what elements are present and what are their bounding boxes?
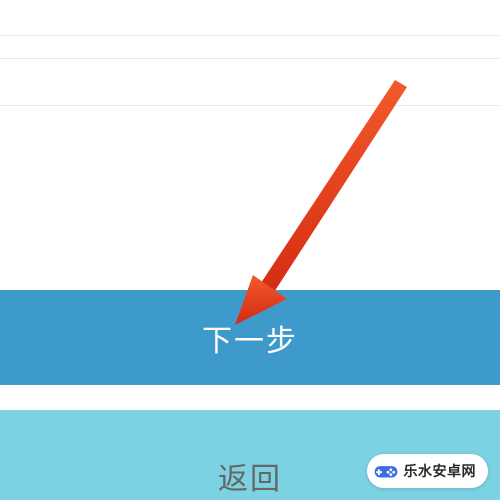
watermark: 乐水安卓网 — [367, 454, 489, 488]
button-gap — [0, 385, 500, 410]
gamepad-icon — [373, 458, 399, 484]
next-button[interactable]: 下一步 — [0, 290, 500, 385]
list-row[interactable] — [0, 58, 500, 106]
back-button-label: 返回 — [218, 454, 282, 498]
content-area — [0, 105, 500, 290]
top-area — [0, 0, 500, 105]
watermark-text: 乐水安卓网 — [404, 461, 477, 481]
divider — [0, 35, 500, 36]
next-button-label: 下一步 — [202, 316, 298, 360]
